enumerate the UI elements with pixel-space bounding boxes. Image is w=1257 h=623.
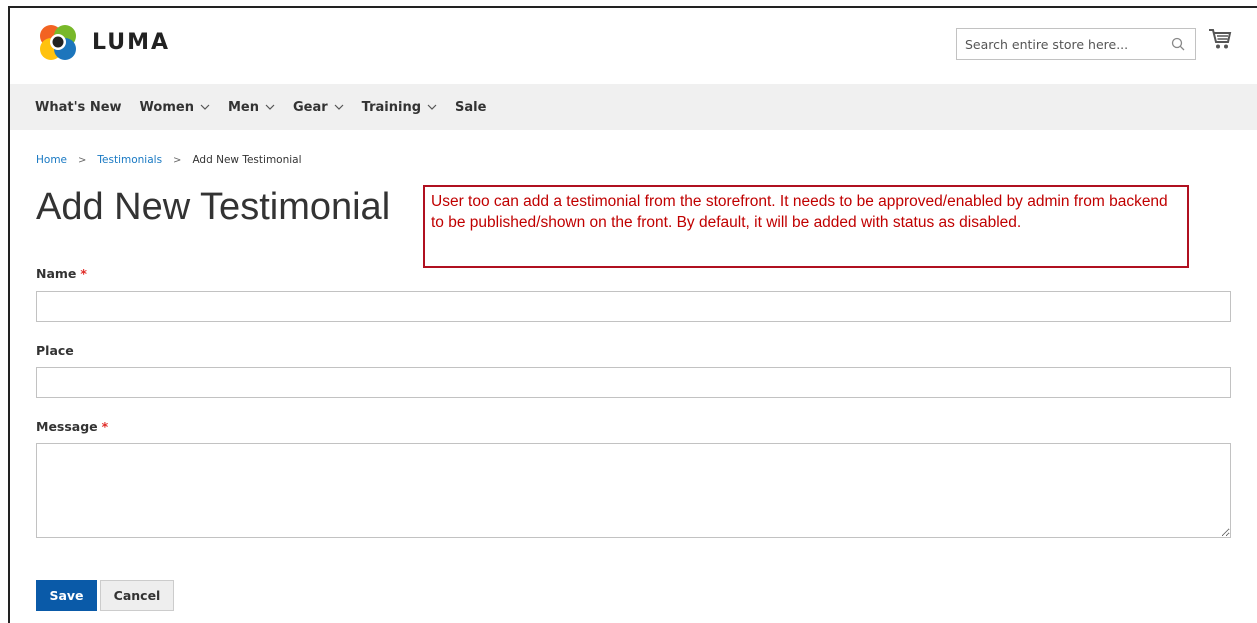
chevron-down-icon bbox=[200, 104, 210, 110]
nav-item-women[interactable]: Women bbox=[140, 100, 210, 115]
breadcrumb: Home > Testimonials > Add New Testimonia… bbox=[36, 154, 302, 166]
nav-item-gear[interactable]: Gear bbox=[293, 100, 344, 115]
message-label: Message * bbox=[36, 419, 109, 434]
name-label: Name * bbox=[36, 266, 87, 281]
nav-item-training[interactable]: Training bbox=[362, 100, 437, 115]
logo-text: LUMA bbox=[92, 29, 171, 55]
store-logo[interactable]: LUMA bbox=[38, 22, 170, 62]
breadcrumb-testimonials[interactable]: Testimonials bbox=[97, 154, 162, 166]
chevron-down-icon bbox=[427, 104, 437, 110]
required-marker: * bbox=[101, 419, 109, 434]
chevron-down-icon bbox=[265, 104, 275, 110]
chevron-down-icon bbox=[334, 104, 344, 110]
page-frame: LUMA What's New Women Men Gear Training … bbox=[8, 6, 1257, 623]
search-input[interactable] bbox=[957, 29, 1157, 59]
luma-logo-icon bbox=[40, 25, 76, 60]
place-input[interactable] bbox=[36, 367, 1231, 398]
cancel-button[interactable]: Cancel bbox=[100, 580, 174, 611]
message-textarea[interactable] bbox=[36, 443, 1231, 538]
breadcrumb-home[interactable]: Home bbox=[36, 154, 67, 166]
page-title: Add New Testimonial bbox=[36, 186, 391, 228]
required-marker: * bbox=[80, 266, 87, 281]
annotation-callout: User too can add a testimonial from the … bbox=[423, 185, 1189, 268]
nav-item-men[interactable]: Men bbox=[228, 100, 275, 115]
cart-icon[interactable] bbox=[1208, 28, 1232, 50]
save-button[interactable]: Save bbox=[36, 580, 97, 611]
nav-item-whats-new[interactable]: What's New bbox=[35, 100, 122, 115]
name-input[interactable] bbox=[36, 291, 1231, 322]
breadcrumb-separator: > bbox=[78, 154, 87, 166]
breadcrumb-separator: > bbox=[173, 154, 182, 166]
search-icon[interactable] bbox=[1171, 37, 1185, 51]
place-label: Place bbox=[36, 343, 74, 358]
nav-item-sale[interactable]: Sale bbox=[455, 100, 486, 115]
main-nav: What's New Women Men Gear Training Sale bbox=[10, 84, 1257, 130]
search-box[interactable] bbox=[956, 28, 1196, 60]
breadcrumb-current: Add New Testimonial bbox=[192, 154, 302, 166]
